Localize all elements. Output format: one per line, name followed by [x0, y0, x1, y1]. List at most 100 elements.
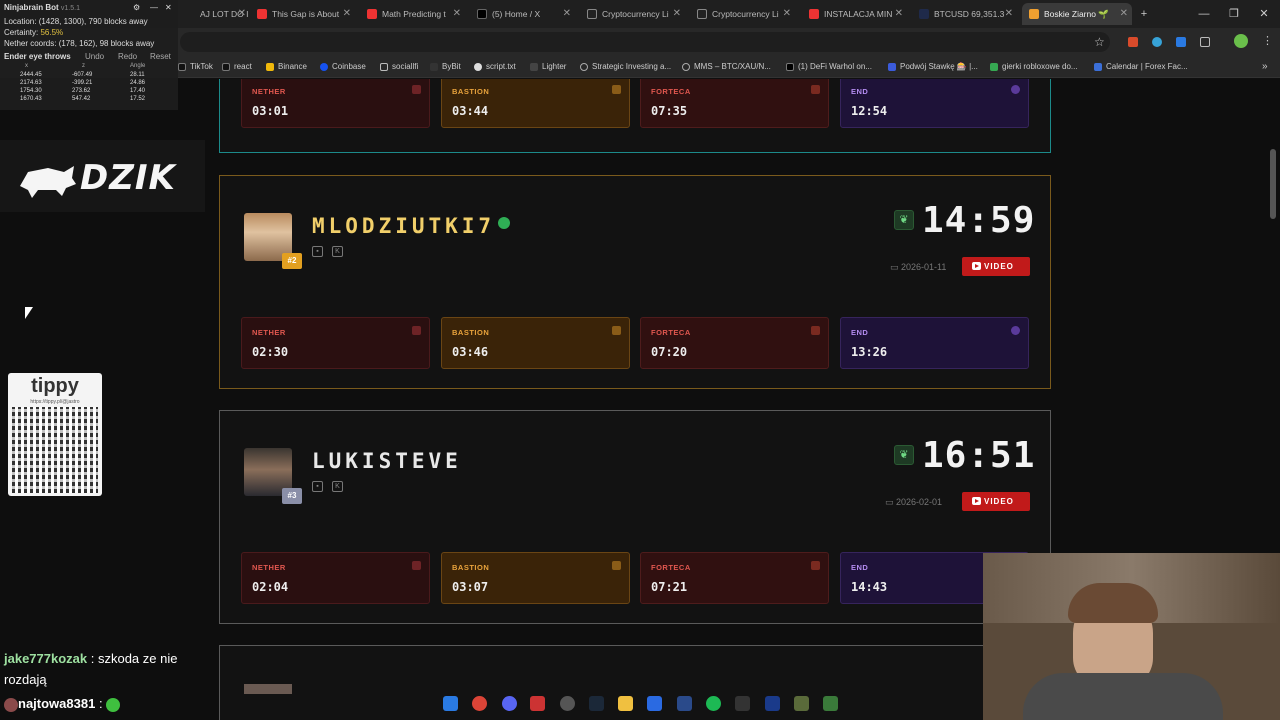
close-icon[interactable]: ✕: [165, 3, 172, 12]
throw-cell: 17.52: [130, 96, 146, 102]
folder-icon[interactable]: [618, 696, 633, 711]
bookmark-gierki[interactable]: gierki robloxowe do...: [990, 60, 1078, 74]
close-tab-icon[interactable]: ✕: [1120, 3, 1128, 25]
player-name[interactable]: MLODZIUTKI7: [312, 214, 495, 238]
bastion-icon: [612, 561, 621, 570]
ninjabrain-version: v1.5.1: [60, 5, 80, 12]
bookmark-strategic[interactable]: Strategic Investing a...: [580, 60, 671, 74]
chat-message: jake777kozak : szkoda ze nie rozdają: [0, 648, 210, 690]
bookmark-label: sociallfi: [392, 62, 419, 71]
tab-3[interactable]: Math Predicting t ✕: [360, 3, 465, 25]
minimize-icon[interactable]: —: [1188, 0, 1220, 28]
twitch-icon[interactable]: ▪: [312, 246, 323, 257]
bybit-icon: [430, 63, 438, 71]
tipply-qr-panel[interactable]: tippy https://tippy.pl/@jastro: [8, 373, 102, 496]
more-bookmarks-icon[interactable]: »: [1250, 60, 1268, 74]
browser-tab-bar: AJ LOT DO I ✕ This Gap is About ✕ Math Pre…: [0, 0, 1280, 28]
obs-icon[interactable]: [560, 696, 575, 711]
close-tab-icon[interactable]: ✕: [238, 3, 246, 25]
close-tab-icon[interactable]: ✕: [1005, 3, 1013, 25]
extensions-puzzle-icon[interactable]: [1200, 37, 1210, 47]
ninjabrain-title: Ninjabrain Bot v1.5.1: [4, 3, 80, 12]
minecraft-icon[interactable]: [794, 696, 809, 711]
nether-portal-icon: [412, 561, 421, 570]
app-icon[interactable]: [677, 696, 692, 711]
tab-2[interactable]: This Gap is About ✕: [250, 3, 355, 25]
url-field[interactable]: [180, 32, 1110, 52]
gear-icon[interactable]: ⚙: [133, 3, 140, 12]
undo-button[interactable]: Undo: [85, 52, 104, 61]
close-tab-icon[interactable]: ✕: [895, 3, 903, 25]
video-button[interactable]: VIDEO: [962, 492, 1030, 511]
tipply-title: tippy: [31, 375, 79, 397]
close-tab-icon[interactable]: ✕: [563, 3, 571, 25]
minecraft-launcher-icon[interactable]: [823, 696, 838, 711]
new-tab-icon[interactable]: +: [1128, 0, 1160, 28]
tab-8[interactable]: BTCUSD 69,351.3 ✕: [912, 3, 1017, 25]
kick-icon[interactable]: K: [332, 481, 343, 492]
redo-button[interactable]: Redo: [118, 52, 137, 61]
chrome-icon[interactable]: [472, 696, 487, 711]
minimize-icon[interactable]: —: [150, 3, 158, 12]
tipply-url: https://tippy.pl/@jastro: [30, 399, 80, 405]
bookmark-react[interactable]: react: [222, 60, 252, 74]
close-tab-icon[interactable]: ✕: [453, 3, 461, 25]
bookmark-coinbase[interactable]: Coinbase: [320, 60, 366, 74]
steam-icon[interactable]: [589, 696, 604, 711]
bookmark-calendar[interactable]: Calendar | Forex Fac...: [1094, 60, 1188, 74]
player-name[interactable]: LUKISTEVE: [312, 449, 462, 473]
maximize-icon[interactable]: ❐: [1218, 0, 1250, 28]
app-icon[interactable]: [530, 696, 545, 711]
twitch-icon[interactable]: ▪: [312, 481, 323, 492]
profile-avatar[interactable]: [1234, 34, 1248, 48]
menu-dots-icon[interactable]: ⋮: [1262, 34, 1273, 47]
bookmark-podwoj[interactable]: Podwój Stawkę 🎰 |...: [888, 60, 978, 74]
bookmark-folder[interactable]: sociallfi: [380, 60, 418, 74]
throw-cell: 28.11: [130, 72, 145, 78]
split-time: 03:44: [452, 104, 489, 118]
windows-start-icon[interactable]: [443, 696, 458, 711]
tab-label: Math Predicting t: [382, 9, 446, 19]
tab-5[interactable]: Cryptocurrency Li ✕: [580, 3, 685, 25]
bookmark-label: (1) DeFi Warhol on...: [798, 62, 872, 71]
app-icon[interactable]: [765, 696, 780, 711]
bookmark-script[interactable]: script.txt: [474, 60, 516, 74]
bookmark-defi[interactable]: (1) DeFi Warhol on...: [786, 60, 872, 74]
bookmark-mms[interactable]: MMS – BTC/XAU/N...: [682, 60, 771, 74]
tab-6[interactable]: Cryptocurrency Li ✕: [690, 3, 795, 25]
tab-label: (5) Home / X: [492, 9, 541, 19]
tab-1[interactable]: AJ LOT DO I ✕: [178, 3, 250, 25]
scrollbar-thumb[interactable]: [1270, 149, 1276, 219]
split-time: 03:46: [452, 345, 489, 359]
globe-icon: [682, 63, 690, 71]
star-icon[interactable]: ☆: [1094, 35, 1105, 49]
video-button[interactable]: VIDEO: [962, 257, 1030, 276]
close-tab-icon[interactable]: ✕: [343, 3, 351, 25]
tab-4[interactable]: (5) Home / X ✕: [470, 3, 575, 25]
close-window-icon[interactable]: ✕: [1248, 0, 1280, 28]
throw-cell: 547.42: [72, 96, 91, 102]
tab-active[interactable]: Boskie Ziarno 🌱 ✕: [1022, 3, 1132, 25]
bookmark-lighter[interactable]: Lighter: [530, 60, 566, 74]
certainty-value: 56.5%: [40, 28, 64, 37]
extension-icon[interactable]: [1176, 37, 1186, 47]
extension-icon[interactable]: [1152, 37, 1162, 47]
app-icon[interactable]: [647, 696, 662, 711]
reset-button[interactable]: Reset: [150, 52, 171, 61]
tab-label: This Gap is About: [272, 9, 340, 19]
spotify-icon[interactable]: [706, 696, 721, 711]
extension-icon[interactable]: [1128, 37, 1138, 47]
bookmark-binance[interactable]: Binance: [266, 60, 307, 74]
app-icon[interactable]: [735, 696, 750, 711]
split-label: BASTION: [452, 328, 490, 337]
discord-icon[interactable]: [502, 696, 517, 711]
calendar-icon: ▭: [890, 262, 902, 272]
close-tab-icon[interactable]: ✕: [673, 3, 681, 25]
bookmark-bybit[interactable]: ByBit: [430, 60, 461, 74]
bookmark-tiktok[interactable]: TikTok: [178, 60, 213, 74]
kick-icon[interactable]: K: [332, 246, 343, 257]
ninjabrain-title-text: Ninjabrain Bot: [4, 3, 59, 12]
tradingview-icon: [919, 9, 929, 19]
tab-7[interactable]: INSTALACJA MIN ✕: [802, 3, 907, 25]
close-tab-icon[interactable]: ✕: [783, 3, 791, 25]
